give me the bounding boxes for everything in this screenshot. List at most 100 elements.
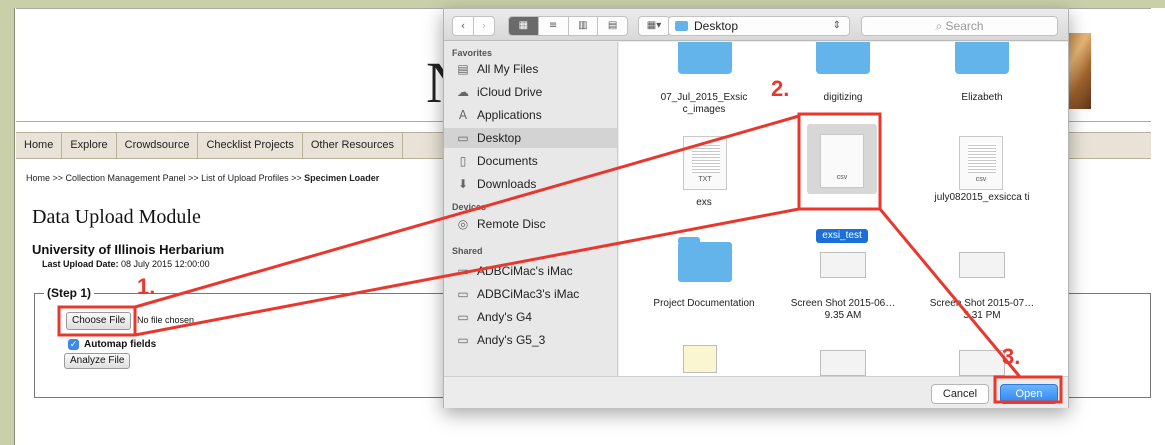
- cancel-button[interactable]: Cancel: [931, 384, 989, 404]
- dialog-toolbar: ‹ › ▦ ≡ ▥ ▤ ▦▾ Desktop ⇕ ⌕ Search: [444, 9, 1068, 41]
- screenshot-thumbnail[interactable]: [820, 252, 866, 278]
- sidebar-item-label: Desktop: [477, 131, 522, 145]
- last-upload-value: 08 July 2015 12:00:00: [121, 259, 210, 269]
- icon-view-button[interactable]: ▦: [509, 17, 539, 35]
- file-type-label: TXT: [698, 176, 712, 183]
- file-name[interactable]: july082015_exsicca ti: [924, 192, 1040, 204]
- folder-icon[interactable]: [678, 42, 732, 74]
- computer-icon: ▭: [457, 333, 469, 347]
- file-status-text: No file chosen: [137, 315, 195, 325]
- sidebar-item-label: Andy's G4: [477, 310, 532, 324]
- file-name[interactable]: Screen Shot 2015-07…3.31 PM: [924, 298, 1040, 322]
- sidebar-item-remote-disc[interactable]: ◎ Remote Disc: [456, 214, 616, 234]
- dialog-footer: Cancel Open: [444, 376, 1068, 408]
- sidebar-item-shared-1[interactable]: ▭ ADBCiMac's iMac: [456, 261, 616, 281]
- sidebar-item-label: Downloads: [477, 177, 537, 191]
- location-dropdown[interactable]: Desktop ⇕: [668, 16, 850, 36]
- file-name[interactable]: Project Documentation: [646, 298, 762, 310]
- step-1-legend: (Step 1): [44, 286, 95, 300]
- search-input[interactable]: ⌕ Search: [861, 16, 1058, 36]
- sidebar-item-shared-3[interactable]: ▭ Andy's G4: [456, 307, 616, 327]
- annotation-step-2: 2.: [771, 76, 790, 101]
- computer-icon: ▭: [457, 264, 469, 278]
- page-frame-right: [1064, 293, 1151, 398]
- csv-file-icon[interactable]: csv: [959, 136, 1003, 190]
- sidebar-item-documents[interactable]: ▯ Documents: [456, 151, 616, 171]
- sidebar-item-icloud-drive[interactable]: ☁ iCloud Drive: [456, 82, 616, 102]
- file-name[interactable]: 07_Jul_2015_Exsic c_images: [646, 92, 762, 116]
- file-type-label: csv: [975, 176, 987, 183]
- forward-button[interactable]: ›: [473, 16, 495, 36]
- file-grid: 07_Jul_2015_Exsic c_images digitizing El…: [619, 42, 1068, 376]
- desktop-icon: ▭: [457, 131, 469, 145]
- sidebar-item-all-my-files[interactable]: ▤ All My Files: [456, 59, 616, 79]
- sidebar-item-label: Documents: [477, 154, 538, 168]
- documents-icon: ▯: [459, 154, 467, 168]
- breadcrumb-trail[interactable]: Home >> Collection Management Panel >> L…: [26, 173, 304, 183]
- list-icon: ≡: [548, 20, 558, 31]
- analyze-file-button[interactable]: Analyze File: [64, 353, 131, 369]
- csv-file-icon[interactable]: csv: [820, 134, 864, 188]
- arrange-icon: ▦▾: [646, 20, 662, 31]
- sidebar-heading-shared: Shared: [452, 246, 483, 256]
- list-view-button[interactable]: ≡: [539, 17, 569, 35]
- cloud-icon: ☁: [457, 85, 469, 99]
- location-label: Desktop: [694, 19, 739, 33]
- download-icon: ⬇: [457, 177, 469, 191]
- arrange-button[interactable]: ▦▾: [638, 16, 670, 36]
- folder-icon[interactable]: [678, 237, 732, 282]
- sidebar-heading-devices: Devices: [452, 202, 487, 212]
- selected-file-name[interactable]: exsi_test: [816, 229, 868, 243]
- open-button[interactable]: Open: [1000, 384, 1058, 404]
- chevron-left-icon: ‹: [460, 19, 466, 32]
- file-name[interactable]: Elizabeth: [924, 92, 1040, 104]
- sidebar-item-shared-2[interactable]: ▭ ADBCiMac3's iMac: [456, 284, 616, 304]
- folder-icon[interactable]: [955, 42, 1009, 74]
- last-upload-date: Last Upload Date: 08 July 2015 12:00:00: [42, 259, 210, 269]
- nav-crowdsource[interactable]: Crowdsource: [117, 133, 199, 158]
- breadcrumb-current: Specimen Loader: [304, 173, 380, 183]
- page-title: Data Upload Module: [32, 206, 201, 228]
- cover-flow-button[interactable]: ▤: [598, 17, 627, 35]
- file-open-dialog: ‹ › ▦ ≡ ▥ ▤ ▦▾ Desktop ⇕ ⌕ Search Favorit…: [443, 8, 1069, 408]
- sidebar-item-label: All My Files: [477, 62, 539, 76]
- view-mode-group: ▦ ≡ ▥ ▤: [508, 16, 628, 36]
- file-name[interactable]: digitizing: [785, 92, 901, 104]
- grid-icon: ▦: [518, 20, 529, 31]
- sidebar-item-shared-4[interactable]: ▭ Andy's G5_3: [456, 330, 616, 350]
- folder-icon[interactable]: [816, 42, 870, 74]
- choose-file-button[interactable]: Choose File: [66, 312, 132, 330]
- automap-label[interactable]: Automap fields: [84, 339, 156, 350]
- sidebar-item-label: iCloud Drive: [477, 85, 543, 99]
- nav-checklist-projects[interactable]: Checklist Projects: [198, 133, 303, 158]
- file-name[interactable]: exs: [646, 197, 762, 209]
- applications-icon: A: [458, 108, 468, 122]
- search-icon: ⌕: [935, 19, 943, 33]
- nav-home[interactable]: Home: [16, 133, 63, 158]
- all-files-icon: ▤: [457, 62, 469, 76]
- column-view-button[interactable]: ▥: [569, 17, 599, 35]
- sidebar-item-label: ADBCiMac3's iMac: [477, 287, 580, 301]
- dialog-sidebar: Favorites ▤ All My Files ☁ iCloud Drive AA…: [444, 42, 618, 376]
- screenshot-thumbnail[interactable]: [959, 350, 1005, 376]
- nav-other-resources[interactable]: Other Resources: [303, 133, 404, 158]
- file-type-label: csv: [836, 174, 848, 181]
- back-button[interactable]: ‹: [452, 16, 474, 36]
- screenshot-thumbnail[interactable]: [820, 350, 866, 376]
- computer-icon: ▭: [457, 287, 469, 301]
- sidebar-heading-favorites: Favorites: [452, 48, 493, 58]
- institution-name: University of Illinois Herbarium: [32, 242, 225, 257]
- screenshot-thumbnail[interactable]: [683, 345, 717, 373]
- sidebar-item-applications[interactable]: A Applications: [456, 105, 616, 125]
- file-name[interactable]: Screen Shot 2015-06…9.35 AM: [785, 298, 901, 322]
- annotation-step-1: 1.: [137, 274, 156, 299]
- cover-flow-icon: ▤: [607, 20, 618, 31]
- sidebar-item-downloads[interactable]: ⬇ Downloads: [456, 174, 616, 194]
- txt-file-icon[interactable]: TXT: [683, 136, 727, 190]
- sidebar-item-desktop[interactable]: ▭ Desktop: [444, 128, 617, 148]
- nav-explore[interactable]: Explore: [62, 133, 117, 158]
- search-placeholder: Search: [945, 19, 984, 33]
- sidebar-item-label: ADBCiMac's iMac: [477, 264, 573, 278]
- screenshot-thumbnail[interactable]: [959, 252, 1005, 278]
- automap-checkbox[interactable]: ✓: [68, 339, 79, 350]
